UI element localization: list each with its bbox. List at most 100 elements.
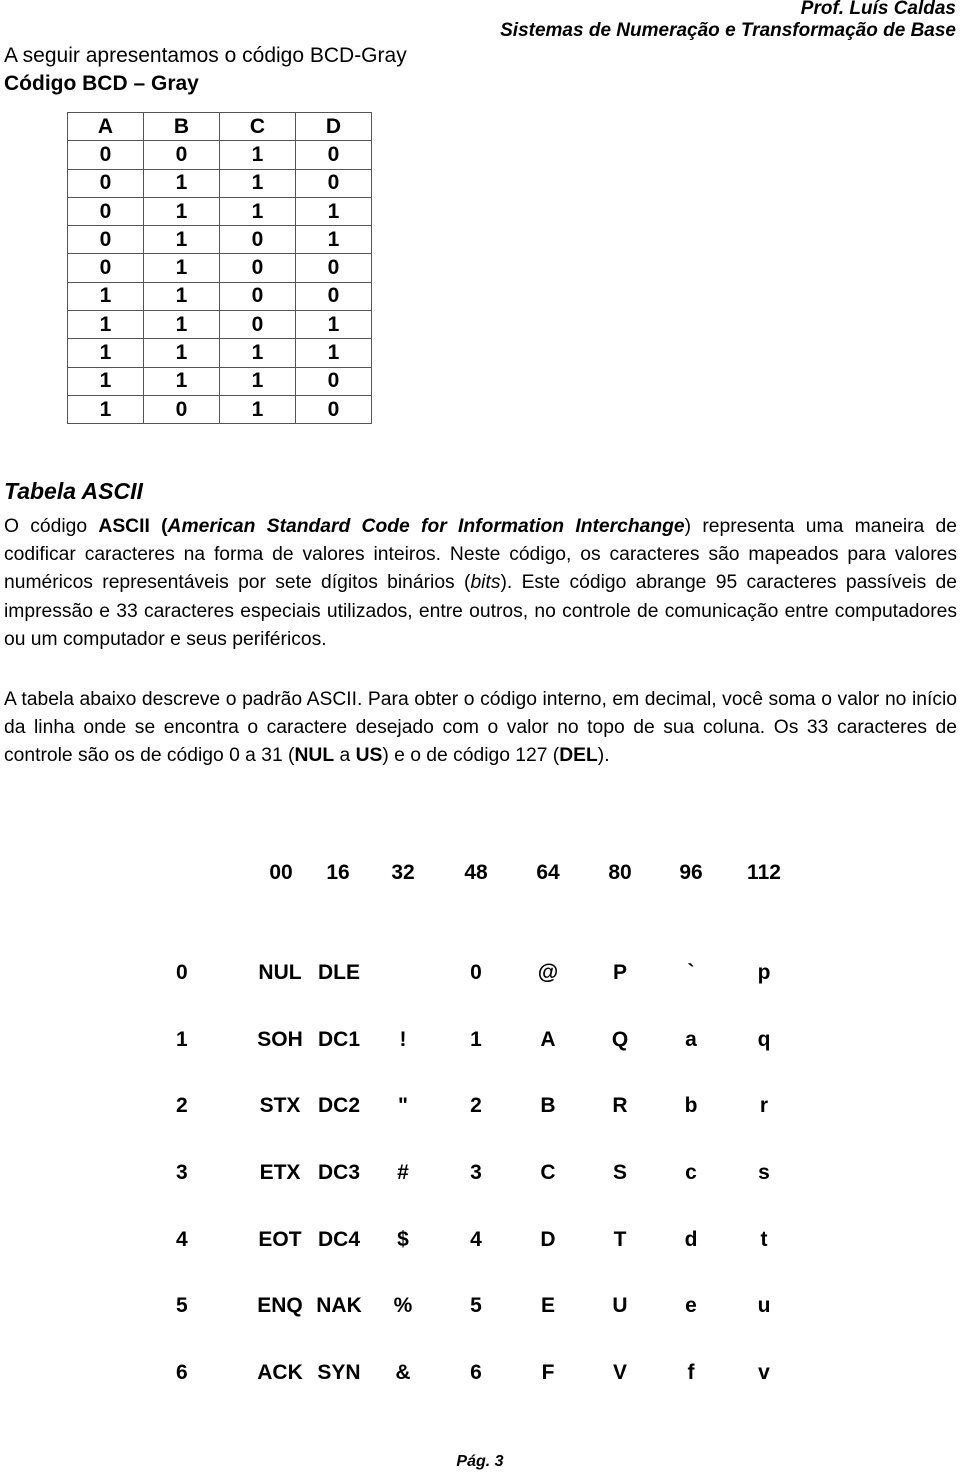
bcd-cell: 0 [67,168,144,198]
bcd-row: 0111 [67,196,372,227]
bcd-row: 1101 [67,310,372,340]
ascii-cell: e [685,1294,697,1317]
bcd-cell: 1 [143,168,220,198]
ascii-cell: a [685,1028,697,1051]
bcd-cell: 0 [67,196,144,227]
bcd-cell: 1 [219,338,296,368]
bcd-row: 1111 [67,338,372,368]
ascii-cell: 0 [470,961,482,984]
ascii-row-offset: 3 [176,1161,188,1184]
bcd-cell: 1 [295,338,372,368]
bcd-row: 0101 [67,225,372,255]
ascii-row-offset: 0 [176,961,188,984]
ascii-column-header: 16 [326,861,350,884]
bcd-cell: 1 [295,196,372,227]
text-span: a [334,745,356,767]
ascii-row-offset: 2 [176,1094,188,1117]
bcd-cell: 1 [143,281,220,312]
bcd-cell: 1 [67,394,144,425]
ascii-cell: # [397,1161,409,1184]
bcd-cell: 1 [219,140,296,170]
bcd-cell: 0 [219,253,296,283]
text-span: ). [597,745,610,767]
ascii-cell: 1 [470,1028,482,1051]
ascii-cell: % [393,1294,413,1317]
ascii-cell: 6 [470,1361,482,1384]
bold-term: DEL [559,745,598,767]
ascii-cell: ACK [257,1361,303,1384]
ascii-row-offset: 1 [176,1028,188,1051]
bcd-gray-title: Código BCD – Gray [4,72,199,95]
bcd-cell: 0 [143,394,220,425]
bcd-header-cell: A [67,111,144,142]
bcd-header-cell: D [295,111,372,142]
bcd-row: 0110 [67,168,372,198]
bold-term: US [355,745,383,767]
bcd-cell: 0 [67,140,144,170]
ascii-cell: 2 [470,1094,482,1117]
ascii-cell: DC4 [317,1228,360,1251]
ascii-usage-paragraph: A tabela abaixo descreve o padrão ASCII.… [4,686,957,771]
ascii-cell: D [540,1228,556,1251]
ascii-cell: SOH [257,1028,303,1051]
bcd-cell: 1 [143,196,220,227]
ascii-row-offset: 4 [176,1228,188,1251]
ascii-cell: S [612,1161,627,1184]
ascii-cell: p [757,961,771,984]
ascii-cell: STX [259,1094,301,1117]
ascii-cell: 4 [470,1228,482,1251]
ascii-cell: f [687,1361,695,1384]
bcd-row: 1110 [67,366,372,396]
bcd-cell: 0 [295,394,372,425]
ascii-cell: " [398,1094,408,1117]
ascii-cell: v [758,1361,770,1384]
ascii-cell: P [612,961,627,984]
ascii-cell: U [612,1294,628,1317]
ascii-cell: NAK [316,1294,362,1317]
ascii-cell: E [540,1294,555,1317]
bcd-cell: 1 [143,338,220,368]
bcd-cell: 0 [295,253,372,283]
bcd-cell: 0 [295,140,372,170]
bcd-cell: 1 [143,253,220,283]
ascii-cell: s [758,1161,770,1184]
ascii-section-title: Tabela ASCII [4,478,143,504]
bcd-header-cell: C [219,111,296,142]
bcd-header-cell: B [143,111,220,142]
ascii-cell: r [759,1094,769,1117]
bcd-cell: 1 [219,168,296,198]
bcd-cell: 0 [143,140,220,170]
ascii-cell: t [760,1228,768,1251]
ascii-cell: EOT [258,1228,302,1251]
bcd-cell: 0 [219,225,296,255]
bcd-header-row: A B C D [67,111,372,142]
ascii-description-paragraph: O código ASCII (American Standard Code f… [4,513,957,654]
bcd-row: 0100 [67,253,372,283]
bcd-cell: 0 [295,281,372,312]
ascii-cell: ` [687,961,695,984]
intro-line: A seguir apresentamos o código BCD-Gray [4,44,407,67]
ascii-cell: Q [611,1028,629,1051]
ascii-cell: R [612,1094,628,1117]
text-span: O código [4,516,99,537]
ascii-cell: & [395,1361,411,1384]
author-name: Prof. Luís Caldas [800,0,956,19]
ascii-row-offset: 5 [176,1294,188,1317]
ascii-cell: b [684,1094,698,1117]
bcd-cell: 1 [295,225,372,255]
bcd-cell: 0 [295,366,372,396]
text-span: ( [149,516,168,537]
bold-term: NUL [294,745,335,767]
ascii-cell: $ [397,1228,409,1251]
ascii-cell: V [612,1361,627,1384]
bold-term: ASCII [98,516,150,537]
bcd-cell: 1 [67,366,144,396]
bcd-cell: 1 [295,310,372,340]
bcd-cell: 1 [219,196,296,227]
bcd-cell: 1 [143,310,220,340]
bcd-cell: 1 [143,366,220,396]
ascii-cell: ! [399,1028,407,1051]
page-header: Prof. Luís Caldas Sistemas de Numeração … [500,0,956,42]
ascii-expansion: American Standard Code for Information I… [167,516,685,537]
bcd-cell: 0 [67,225,144,255]
